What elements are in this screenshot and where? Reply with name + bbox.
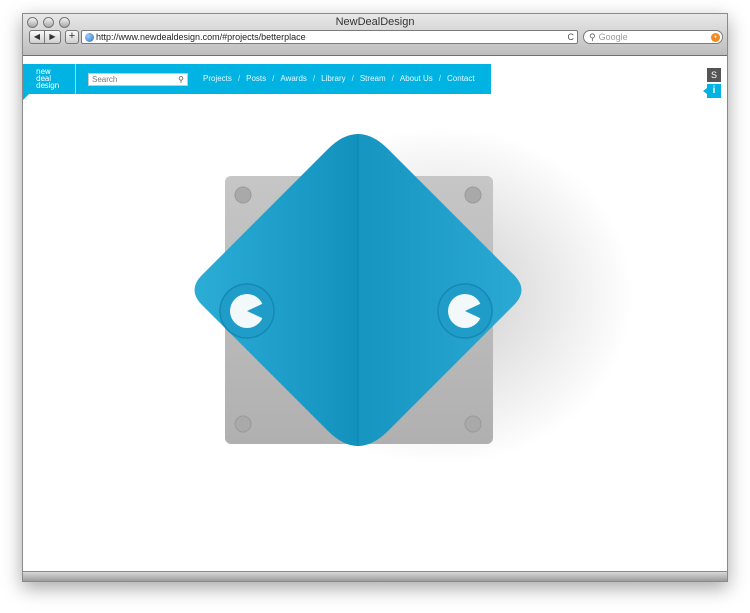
- browser-search-field[interactable]: ⚲ Google •: [583, 30, 723, 44]
- main-menu: Projects / Posts / Awards / Library / St…: [203, 74, 475, 83]
- site-navbar: new deal design Search ⚲ Projects / Post…: [23, 64, 491, 100]
- address-bar[interactable]: http://www.newdealdesign.com/#projects/b…: [81, 30, 578, 44]
- nav-contact[interactable]: Contact: [447, 74, 475, 83]
- logo-right: [437, 283, 493, 339]
- logo-left: [219, 283, 275, 339]
- nav-awards[interactable]: Awards: [280, 74, 307, 83]
- nav-separator: /: [351, 74, 354, 83]
- browser-window: NewDealDesign ◀ ▶ + http://www.newdealde…: [22, 13, 728, 582]
- product-image: [194, 126, 633, 466]
- logo-tab-corner: [23, 94, 29, 100]
- side-s-button[interactable]: S: [707, 68, 721, 82]
- nav-posts[interactable]: Posts: [246, 74, 266, 83]
- back-button[interactable]: ◀: [29, 30, 45, 44]
- page-content: new deal design Search ⚲ Projects / Post…: [23, 56, 727, 581]
- logo-divider: [75, 64, 76, 94]
- forward-button[interactable]: ▶: [45, 30, 61, 44]
- site-logo[interactable]: new deal design: [36, 68, 74, 90]
- nav-about-us[interactable]: About Us: [400, 74, 433, 83]
- nav-library[interactable]: Library: [321, 74, 345, 83]
- url-text[interactable]: http://www.newdealdesign.com/#projects/b…: [96, 32, 568, 42]
- nav-separator: /: [438, 74, 442, 83]
- nav-stream[interactable]: Stream: [360, 74, 386, 83]
- site-search-placeholder[interactable]: Search: [92, 75, 117, 84]
- globe-icon: [85, 32, 94, 42]
- info-button[interactable]: i: [703, 84, 721, 98]
- browser-search-placeholder[interactable]: Google: [599, 32, 711, 42]
- add-bookmark-button[interactable]: +: [65, 30, 79, 44]
- nav-separator: /: [237, 74, 241, 83]
- nav-projects[interactable]: Projects: [203, 74, 232, 83]
- nav-separator: /: [391, 74, 394, 83]
- nav-separator: /: [312, 74, 316, 83]
- title-bar: NewDealDesign ◀ ▶ + http://www.newdealde…: [23, 14, 727, 56]
- search-icon[interactable]: ⚲: [178, 75, 184, 84]
- nav-separator: /: [272, 74, 275, 83]
- window-title: NewDealDesign: [335, 16, 415, 28]
- logo-line-3: design: [36, 81, 60, 90]
- history-buttons: ◀ ▶: [29, 30, 61, 44]
- reload-button[interactable]: C: [568, 32, 575, 42]
- status-bar: [23, 571, 727, 581]
- search-icon: ⚲: [589, 31, 596, 42]
- site-search-input[interactable]: Search ⚲: [88, 73, 188, 86]
- rss-icon[interactable]: •: [711, 32, 720, 42]
